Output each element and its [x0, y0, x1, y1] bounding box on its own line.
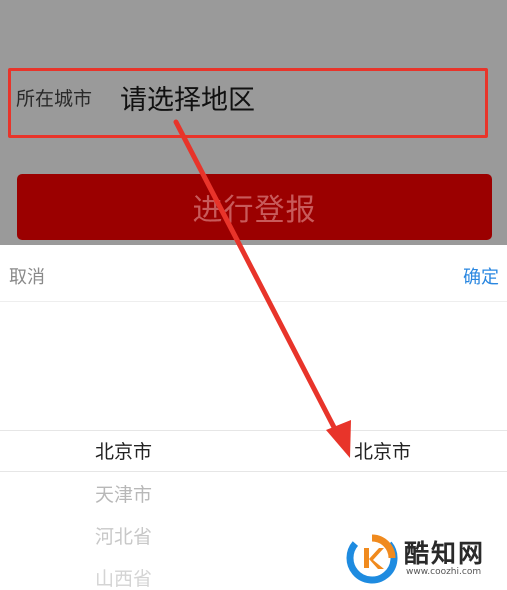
- watermark: 酷知网 www.coozhi.com: [346, 532, 506, 586]
- confirm-button[interactable]: 确定: [463, 263, 499, 289]
- coozhi-logo-icon: [346, 532, 398, 584]
- city-option[interactable]: 北京市: [354, 437, 411, 464]
- province-option[interactable]: 河北省: [95, 522, 152, 549]
- submit-button[interactable]: 进行登报: [17, 174, 492, 240]
- province-option[interactable]: 山西省: [95, 564, 152, 590]
- province-option[interactable]: 北京市: [95, 437, 152, 464]
- watermark-name: 酷知网: [404, 539, 486, 568]
- picker-toolbar: 取消 确定: [0, 245, 507, 302]
- province-option[interactable]: 天津市: [95, 480, 152, 507]
- province-wheel[interactable]: 北京市 天津市 河北省 山西省: [0, 301, 250, 590]
- cancel-button[interactable]: 取消: [9, 263, 45, 289]
- watermark-url: www.coozhi.com: [406, 567, 482, 577]
- annotation-highlight-box: [8, 68, 488, 138]
